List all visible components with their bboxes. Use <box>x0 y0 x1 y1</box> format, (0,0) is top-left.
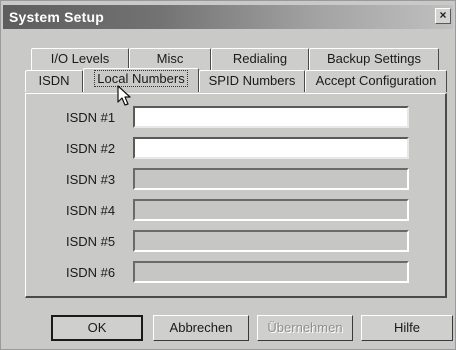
close-button[interactable]: × <box>435 8 451 24</box>
isdn-5-field <box>133 230 409 252</box>
tab-spid-numbers[interactable]: SPID Numbers <box>199 70 305 92</box>
system-setup-dialog: System Setup × I/O Levels Misc Redialing… <box>0 0 456 350</box>
tab-label: I/O Levels <box>50 51 110 66</box>
isdn-6-field <box>133 261 409 283</box>
ok-button[interactable]: OK <box>51 315 143 341</box>
isdn-4-field <box>133 199 409 221</box>
tab-io-levels[interactable]: I/O Levels <box>31 48 129 70</box>
tab-local-numbers[interactable]: Local Numbers <box>83 68 199 92</box>
isdn-2-field[interactable] <box>133 137 409 159</box>
tab-label: Redialing <box>232 51 288 66</box>
isdn-1-field[interactable] <box>133 106 409 128</box>
tab-misc[interactable]: Misc <box>129 48 211 70</box>
tab-isdn[interactable]: ISDN <box>25 70 83 92</box>
tab-redialing[interactable]: Redialing <box>211 48 309 70</box>
tab-label: SPID Numbers <box>208 73 296 88</box>
tab-label: ISDN <box>38 73 70 88</box>
mouse-pointer-icon <box>117 85 131 106</box>
window-title: System Setup <box>9 9 104 25</box>
tab-label: Backup Settings <box>327 51 421 66</box>
title-bar[interactable]: System Setup × <box>3 5 453 29</box>
tab-accept-configuration[interactable]: Accept Configuration <box>305 70 447 92</box>
tab-label: Misc <box>156 51 184 66</box>
apply-button[interactable]: Übernehmen <box>257 315 353 341</box>
tab-label: Accept Configuration <box>315 73 437 88</box>
help-button[interactable]: Hilfe <box>361 315 453 341</box>
tab-label: Local Numbers <box>94 70 188 87</box>
tab-backup-settings[interactable]: Backup Settings <box>309 48 439 70</box>
local-numbers-panel: ISDN #1 ISDN #2 ISDN #3 ISDN #4 ISDN #5 … <box>25 93 447 298</box>
cancel-button[interactable]: Abbrechen <box>153 315 249 341</box>
isdn-3-field <box>133 168 409 190</box>
